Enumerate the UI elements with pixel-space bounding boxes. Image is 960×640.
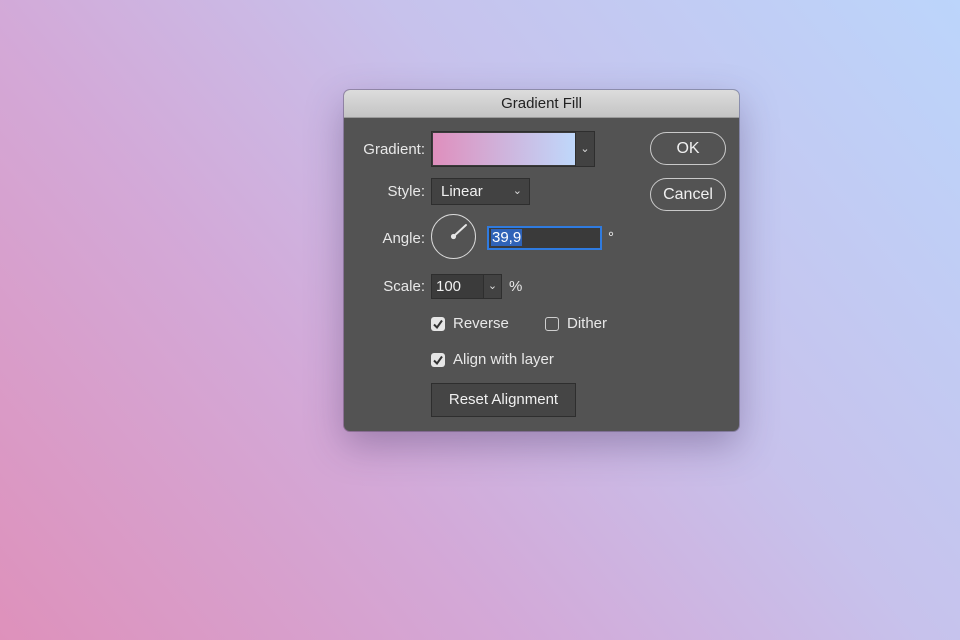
dither-checkbox-box[interactable] (545, 317, 559, 331)
reverse-checkbox[interactable]: Reverse (431, 315, 531, 334)
checkmark-icon (433, 319, 443, 330)
ok-button[interactable]: OK (650, 132, 726, 165)
dialog-title-bar[interactable]: Gradient Fill (344, 90, 739, 118)
angle-dial-indicator-icon (450, 224, 467, 240)
chevron-down-icon: ⌄ (580, 143, 590, 155)
align-with-layer-checkbox-box[interactable] (431, 353, 445, 367)
reset-alignment-button[interactable]: Reset Alignment (431, 383, 576, 417)
scale-label: Scale: (383, 278, 425, 295)
angle-input-value: 39,9 (491, 229, 523, 246)
gradient-fill-dialog: Gradient Fill Gradient: ⌄ Style: Linear … (344, 90, 739, 431)
gradient-label: Gradient: (363, 141, 425, 158)
gradient-picker[interactable]: ⌄ (431, 131, 595, 167)
chevron-down-icon: ⌄ (487, 280, 498, 292)
angle-dial[interactable] (431, 214, 476, 259)
style-label: Style: (387, 183, 425, 200)
angle-input[interactable]: 39,9 (487, 226, 602, 250)
scale-input[interactable]: 100 ⌄ (431, 274, 502, 299)
align-with-layer-label: Align with layer (453, 351, 554, 368)
scale-unit: % (509, 278, 523, 295)
angle-label: Angle: (382, 230, 425, 247)
scale-dropdown-button[interactable]: ⌄ (483, 275, 501, 298)
align-with-layer-checkbox[interactable]: Align with layer (431, 351, 581, 370)
gradient-dropdown-button[interactable]: ⌄ (575, 132, 594, 166)
style-select-value: Linear (441, 183, 483, 200)
reverse-checkbox-box[interactable] (431, 317, 445, 331)
style-select[interactable]: Linear ⌄ (431, 178, 530, 205)
dither-checkbox[interactable]: Dither (545, 315, 635, 334)
dialog-title: Gradient Fill (501, 95, 582, 112)
gradient-swatch[interactable] (433, 133, 575, 165)
chevron-down-icon: ⌄ (512, 185, 522, 197)
checkmark-icon (433, 355, 443, 366)
scale-input-value: 100 (436, 278, 462, 295)
angle-unit: ° (608, 229, 614, 246)
cancel-button[interactable]: Cancel (650, 178, 726, 211)
dither-label: Dither (567, 315, 608, 332)
reverse-label: Reverse (453, 315, 509, 332)
